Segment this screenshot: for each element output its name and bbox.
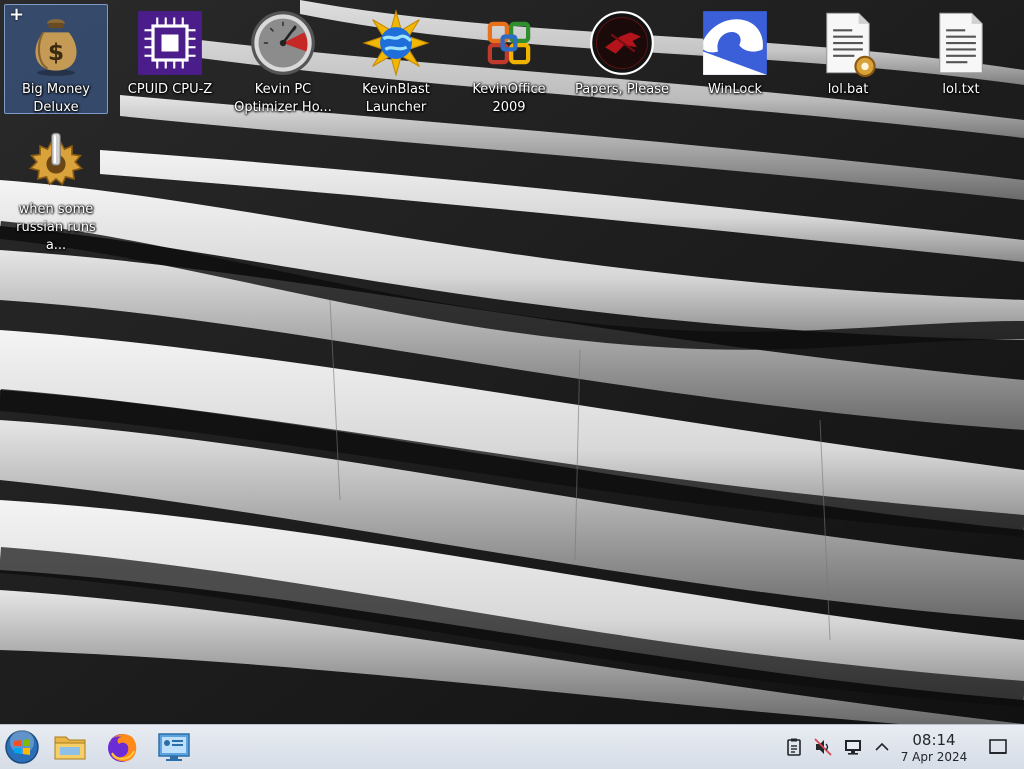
volume-muted-icon bbox=[814, 738, 832, 756]
firefox-button[interactable] bbox=[104, 729, 140, 765]
svg-text:$: $ bbox=[48, 38, 64, 66]
office-logo-icon bbox=[475, 9, 543, 77]
money-bag-icon: $ bbox=[22, 9, 90, 77]
text-file-icon bbox=[927, 9, 995, 77]
selection-add-badge[interactable]: + bbox=[9, 6, 24, 24]
display-tray-button[interactable] bbox=[843, 737, 863, 757]
taskbar: 08:14 7 Apr 2024 bbox=[0, 724, 1024, 769]
desktop-icon-label: CPUID CPU-Z bbox=[127, 82, 213, 97]
starburst-globe-icon bbox=[362, 9, 430, 77]
system-settings-icon bbox=[158, 733, 190, 761]
desktop-icon-big-money-deluxe[interactable]: + $ Big Money Deluxe bbox=[4, 4, 108, 115]
firefox-icon bbox=[108, 734, 137, 762]
desktop-icon-label: WinLock bbox=[707, 82, 763, 97]
desktop-icon-kevinoffice-2009[interactable]: KevinOffice 2009 bbox=[457, 4, 561, 115]
desktop-icon-when-some-russian[interactable]: when some russian runs a... bbox=[4, 124, 108, 253]
desktop-icon-kevinblast-launcher[interactable]: KevinBlast Launcher bbox=[344, 4, 448, 115]
desktop-icon-label: when some russian runs a... bbox=[16, 202, 96, 253]
desktop-icon-label: KevinBlast Launcher bbox=[362, 82, 430, 115]
chevron-up-icon bbox=[875, 742, 889, 751]
desktop-icon-cpuid-cpu-z[interactable]: CPUID CPU-Z bbox=[118, 4, 222, 114]
start-menu-button[interactable] bbox=[4, 729, 40, 765]
digital-clock[interactable]: 08:14 7 Apr 2024 bbox=[894, 731, 974, 765]
display-icon bbox=[845, 740, 861, 755]
desktop-icon-label: Big Money Deluxe bbox=[21, 82, 90, 115]
clipboard-icon bbox=[787, 738, 801, 756]
clipboard-tray-button[interactable] bbox=[784, 737, 804, 757]
desktop-icon-label: lol.bat bbox=[827, 82, 869, 97]
file-manager-folder-icon bbox=[54, 736, 86, 760]
winlock-icon bbox=[701, 9, 769, 77]
expand-tray-button[interactable] bbox=[872, 737, 892, 757]
desktop-icon-label: Kevin PC Optimizer Ho... bbox=[234, 82, 332, 115]
clock-date: 7 Apr 2024 bbox=[900, 750, 968, 764]
start-menu-orb-icon bbox=[5, 730, 39, 764]
show-desktop-icon bbox=[989, 739, 1007, 754]
desktop-icon-lol-txt[interactable]: lol.txt bbox=[909, 4, 1013, 114]
show-desktop-button[interactable] bbox=[988, 737, 1008, 757]
file-manager-button[interactable] bbox=[52, 729, 88, 765]
papers-please-emblem-icon bbox=[588, 9, 656, 77]
system-settings-button[interactable] bbox=[156, 729, 192, 765]
desktop-icon-kevin-pc-optimizer[interactable]: Kevin PC Optimizer Ho... bbox=[231, 4, 335, 115]
desktop-icon-papers-please[interactable]: Papers, Please bbox=[570, 4, 674, 114]
volume-tray-button[interactable] bbox=[813, 737, 833, 757]
desktop-icon-label: lol.txt bbox=[942, 82, 980, 97]
desktop-icon-label: KevinOffice 2009 bbox=[472, 82, 546, 115]
desktop-icon-winlock[interactable]: WinLock bbox=[683, 4, 787, 114]
cpu-chip-icon bbox=[136, 9, 204, 77]
gear-shortcut-icon bbox=[22, 129, 90, 197]
desktop-icon-label: Papers, Please bbox=[574, 82, 670, 97]
speedometer-icon bbox=[249, 9, 317, 77]
batch-file-icon bbox=[814, 9, 882, 77]
clock-time: 08:14 bbox=[912, 731, 956, 749]
desktop-icon-lol-bat[interactable]: lol.bat bbox=[796, 4, 900, 114]
